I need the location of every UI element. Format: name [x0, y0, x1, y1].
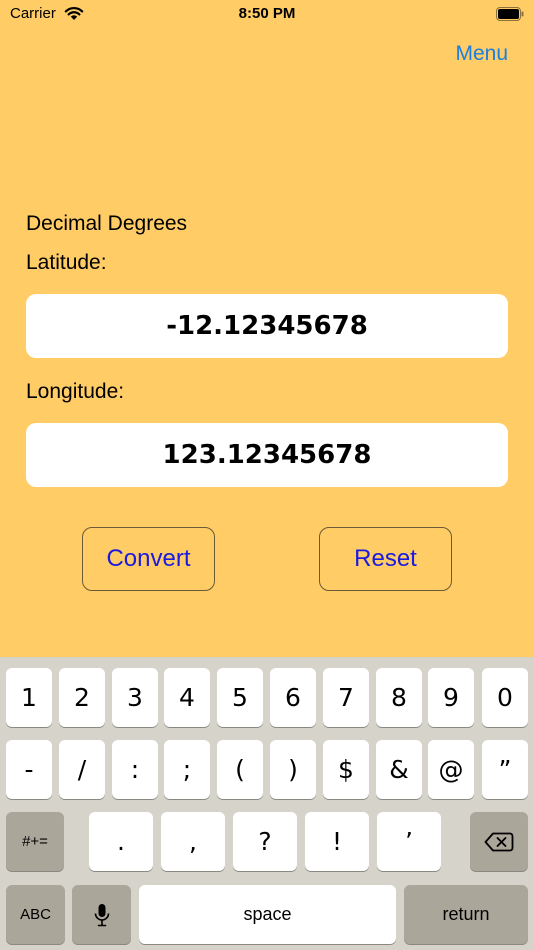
- keyboard: 1 2 3 4 5 6 7 8 9 0 - / : ; ( ) $ & @ ” …: [0, 657, 534, 950]
- key-period[interactable]: .: [89, 812, 153, 871]
- convert-button[interactable]: Convert: [82, 527, 215, 591]
- key-question[interactable]: ?: [233, 812, 297, 871]
- key-9[interactable]: 9: [428, 668, 474, 727]
- return-key[interactable]: return: [404, 885, 528, 944]
- longitude-label: Longitude:: [26, 380, 125, 403]
- latitude-input[interactable]: [26, 294, 508, 358]
- key-3[interactable]: 3: [112, 668, 158, 727]
- key-1[interactable]: 1: [6, 668, 52, 727]
- microphone-icon: [94, 903, 109, 926]
- backspace-icon: [484, 832, 514, 851]
- delete-key[interactable]: [470, 812, 528, 871]
- key-dollar[interactable]: $: [323, 740, 369, 799]
- key-6[interactable]: 6: [270, 668, 316, 727]
- reset-button[interactable]: Reset: [319, 527, 452, 591]
- key-abc[interactable]: ABC: [6, 885, 65, 944]
- key-open-paren[interactable]: (: [217, 740, 263, 799]
- longitude-input[interactable]: [26, 423, 508, 487]
- latitude-label: Latitude:: [26, 251, 107, 274]
- space-key[interactable]: space: [139, 885, 396, 944]
- clock: 8:50 PM: [238, 5, 296, 22]
- dictation-key[interactable]: [72, 885, 131, 944]
- key-8[interactable]: 8: [376, 668, 422, 727]
- key-exclamation[interactable]: !: [305, 812, 369, 871]
- key-more-symbols[interactable]: #+=: [6, 812, 64, 871]
- menu-button[interactable]: Menu: [455, 42, 508, 66]
- key-slash[interactable]: /: [59, 740, 105, 799]
- key-5[interactable]: 5: [217, 668, 263, 727]
- key-ampersand[interactable]: &: [376, 740, 422, 799]
- status-bar: Carrier 8:50 PM: [0, 0, 534, 30]
- key-close-paren[interactable]: ): [270, 740, 316, 799]
- key-semicolon[interactable]: ;: [164, 740, 210, 799]
- key-comma[interactable]: ,: [161, 812, 225, 871]
- key-0[interactable]: 0: [482, 668, 528, 727]
- key-colon[interactable]: :: [112, 740, 158, 799]
- key-2[interactable]: 2: [59, 668, 105, 727]
- section-title: Decimal Degrees: [26, 212, 188, 235]
- key-apostrophe[interactable]: ’: [377, 812, 441, 871]
- key-4[interactable]: 4: [164, 668, 210, 727]
- battery-icon: [496, 7, 524, 21]
- key-quote[interactable]: ”: [482, 740, 528, 799]
- key-hyphen[interactable]: -: [6, 740, 52, 799]
- key-at[interactable]: @: [428, 740, 474, 799]
- key-7[interactable]: 7: [323, 668, 369, 727]
